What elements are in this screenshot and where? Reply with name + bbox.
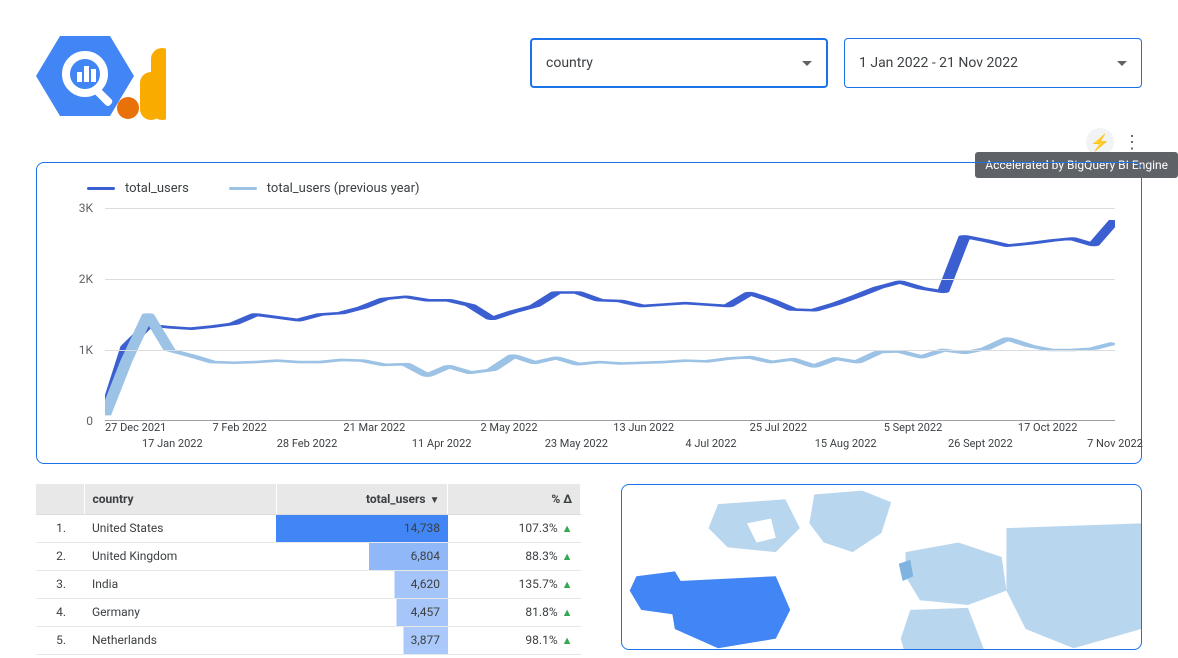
- row-delta: 98.1%▲: [448, 626, 581, 654]
- row-index: 5.: [36, 626, 84, 654]
- x-axis-tick: 13 Jun 2022: [613, 421, 674, 434]
- x-axis-tick: 28 Feb 2022: [277, 437, 338, 450]
- legend-item-current[interactable]: total_users: [87, 181, 189, 196]
- chevron-down-icon: [802, 61, 812, 66]
- table-row[interactable]: 4.Germany4,45781.8%▲: [36, 598, 581, 626]
- legend-label: total_users (previous year): [267, 181, 420, 196]
- bolt-icon: ⚡: [1090, 133, 1110, 152]
- row-delta: 107.3%▲: [448, 514, 581, 542]
- arrow-up-icon: ▲: [562, 578, 573, 591]
- x-axis-tick: 7 Feb 2022: [212, 421, 266, 434]
- row-total-users: 6,804: [276, 542, 448, 570]
- row-index: 4.: [36, 598, 84, 626]
- table-row[interactable]: 1.United States14,738107.3%▲: [36, 514, 581, 542]
- arrow-up-icon: ▲: [562, 550, 573, 563]
- row-country: Germany: [84, 598, 276, 626]
- country-table: country total_users▼ % Δ 1.United States…: [36, 484, 581, 655]
- row-delta: 81.8%▲: [448, 598, 581, 626]
- row-country: United Kingdom: [84, 542, 276, 570]
- legend-label: total_users: [125, 181, 189, 196]
- table-row[interactable]: 2.United Kingdom6,80488.3%▲: [36, 542, 581, 570]
- dimension-select-label: country: [546, 55, 593, 71]
- x-axis-tick: 15 Aug 2022: [815, 437, 877, 450]
- chart-area: 3K2K1K0 27 Dec 20217 Feb 202221 Mar 2022…: [57, 208, 1121, 453]
- row-country: Netherlands: [84, 626, 276, 654]
- row-total-users: 4,620: [276, 570, 448, 598]
- x-axis-tick: 4 Jul 2022: [685, 437, 736, 450]
- y-axis-tick: 3K: [79, 201, 93, 215]
- legend-swatch: [87, 187, 115, 190]
- date-range-select[interactable]: 1 Jan 2022 - 21 Nov 2022: [844, 38, 1142, 88]
- y-axis-tick: 0: [86, 414, 93, 428]
- x-axis-tick: 7 Nov 2022: [1087, 437, 1143, 450]
- y-axis-tick: 2K: [79, 272, 93, 286]
- row-index: 1.: [36, 514, 84, 542]
- row-country: United States: [84, 514, 276, 542]
- x-axis-tick: 11 Apr 2022: [412, 437, 472, 450]
- row-delta: 88.3%▲: [448, 542, 581, 570]
- table-header-blank: [36, 484, 84, 514]
- world-map-card[interactable]: [621, 484, 1142, 650]
- chevron-down-icon: [1117, 61, 1127, 66]
- more-vert-icon: ⋮: [1123, 132, 1141, 153]
- arrow-up-icon: ▲: [562, 606, 573, 619]
- x-axis-tick: 25 Jul 2022: [750, 421, 807, 434]
- date-range-label: 1 Jan 2022 - 21 Nov 2022: [859, 55, 1018, 71]
- row-index: 3.: [36, 570, 84, 598]
- x-axis-tick: 26 Sept 2022: [948, 437, 1013, 450]
- y-axis-tick: 1K: [79, 343, 93, 357]
- row-total-users: 14,738: [276, 514, 448, 542]
- sort-desc-icon: ▼: [430, 495, 440, 506]
- legend-item-previous[interactable]: total_users (previous year): [229, 181, 420, 196]
- row-index: 2.: [36, 542, 84, 570]
- table-header-total-users[interactable]: total_users▼: [276, 484, 448, 514]
- table-header-delta[interactable]: % Δ: [448, 484, 581, 514]
- x-axis-tick: 17 Jan 2022: [142, 437, 203, 450]
- bigquery-analytics-logo: [36, 24, 166, 124]
- table-row[interactable]: 5.Netherlands3,87798.1%▲: [36, 626, 581, 654]
- row-total-users: 4,457: [276, 598, 448, 626]
- x-axis-tick: 5 Sept 2022: [884, 421, 943, 434]
- table-header-country[interactable]: country: [84, 484, 276, 514]
- row-country: India: [84, 570, 276, 598]
- table-row[interactable]: 3.India4,620135.7%▲: [36, 570, 581, 598]
- x-axis-tick: 21 Mar 2022: [343, 421, 405, 434]
- x-axis-tick: 27 Dec 2021: [105, 421, 166, 434]
- row-total-users: 3,877: [276, 626, 448, 654]
- dimension-select[interactable]: country: [530, 38, 828, 88]
- timeseries-chart-card: total_users total_users (previous year) …: [36, 162, 1142, 464]
- arrow-up-icon: ▲: [562, 522, 573, 535]
- chart-legend: total_users total_users (previous year): [87, 181, 1121, 196]
- x-axis-tick: 2 May 2022: [480, 421, 537, 434]
- arrow-up-icon: ▲: [562, 634, 573, 647]
- row-delta: 135.7%▲: [448, 570, 581, 598]
- x-axis-tick: 23 May 2022: [545, 437, 608, 450]
- x-axis-tick: 17 Oct 2022: [1018, 421, 1077, 434]
- legend-swatch: [229, 187, 257, 190]
